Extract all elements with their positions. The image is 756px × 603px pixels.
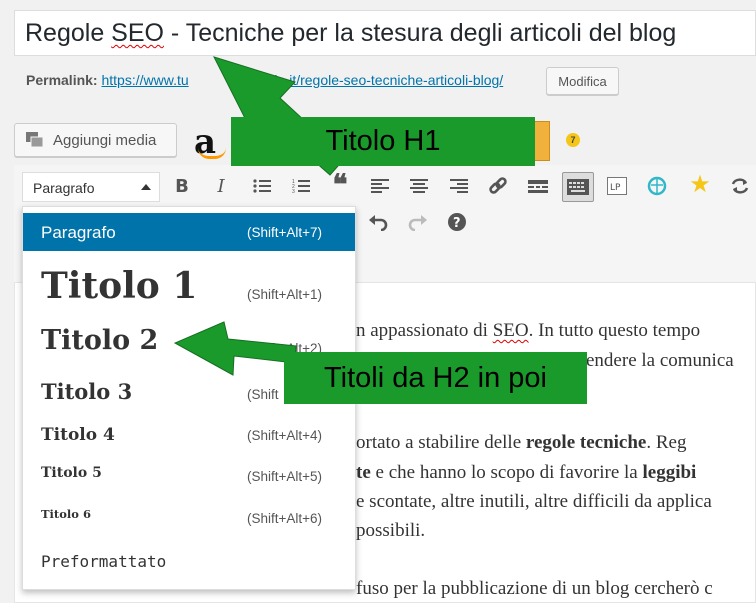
media-icon: [26, 132, 44, 148]
content-line-4: te e che hanno lo scopo di favorire la l…: [356, 462, 697, 483]
content-line-3: ortato a stabilire delle regole tecniche…: [356, 432, 687, 453]
format-option-shortcut: (Shift+Alt+7): [247, 225, 323, 240]
format-option-label: Titolo 6: [41, 507, 91, 521]
format-select[interactable]: Paragrafo: [22, 172, 160, 202]
title-input[interactable]: Regole SEO - Tecniche per la stesura deg…: [14, 10, 756, 56]
svg-text:?: ?: [453, 216, 461, 231]
format-option-titolo-6[interactable]: Titolo 6 (Shift+Alt+6): [23, 501, 355, 541]
format-option-label: Titolo 2: [41, 325, 159, 356]
italic-icon[interactable]: I: [207, 172, 235, 200]
refresh-icon[interactable]: [726, 172, 754, 200]
align-center-icon[interactable]: [405, 172, 433, 200]
permalink-link[interactable]: https://www.tu ale.it/regole-seo-tecniche…: [101, 72, 503, 88]
format-option-titolo-4[interactable]: Titolo 4 (Shift+Alt+4): [23, 419, 355, 455]
content-line-7: fuso per la pubblicazione di un blog cer…: [356, 578, 713, 599]
bold-icon[interactable]: B: [168, 172, 196, 200]
format-option-label: Preformattato: [41, 552, 167, 571]
add-media-label: Aggiungi media: [53, 131, 157, 149]
align-left-icon[interactable]: [366, 172, 394, 200]
align-right-icon[interactable]: [445, 172, 473, 200]
permalink-row: Permalink: https://www.tu ale.it/regole-s…: [26, 72, 503, 88]
format-option-label: Titolo 4: [41, 425, 115, 445]
help-icon[interactable]: ?: [443, 208, 471, 236]
edit-permalink-button[interactable]: Modifica: [546, 67, 619, 95]
format-option-label: Titolo 1: [41, 265, 198, 307]
bullet-list-icon[interactable]: [248, 172, 276, 200]
link-icon[interactable]: [484, 172, 512, 200]
lp-icon[interactable]: LP: [603, 172, 631, 200]
read-more-icon[interactable]: [524, 172, 552, 200]
blockquote-icon[interactable]: ❝: [326, 168, 354, 201]
format-option-shortcut: (Shift: [247, 387, 279, 402]
format-option-shortcut: (Shift+Alt+5): [247, 469, 323, 484]
brain-icon[interactable]: [643, 172, 671, 200]
add-media-button[interactable]: Aggiungi media: [14, 123, 177, 157]
format-option-titolo-1[interactable]: Titolo 1 (Shift+Alt+1): [23, 257, 355, 317]
redo-icon[interactable]: [404, 208, 432, 236]
annotation-label-h2: Titoli da H2 in poi: [284, 352, 587, 404]
content-line-1: n appassionato di SEO. In tutto questo t…: [356, 320, 701, 341]
format-option-label: Paragrafo: [41, 223, 116, 242]
permalink-label: Permalink:: [26, 72, 98, 88]
annotation-label-h1: Titolo H1: [231, 117, 535, 166]
content-line-5: e scontate, altre inutili, altre diffici…: [356, 491, 712, 512]
undo-icon[interactable]: [364, 208, 392, 236]
numbered-list-icon[interactable]: 123: [287, 172, 315, 200]
format-option-titolo-5[interactable]: Titolo 5 (Shift+Alt+5): [23, 459, 355, 493]
format-option-preformattato[interactable]: Preformattato: [23, 545, 355, 581]
format-option-label: Titolo 5: [41, 465, 102, 481]
format-option-shortcut: (Shift+Alt+1): [247, 287, 323, 302]
format-select-value: Paragrafo: [33, 180, 95, 196]
svg-text:LP: LP: [610, 183, 621, 193]
format-option-shortcut: (Shift+Alt+4): [247, 428, 323, 443]
format-option-shortcut: (Shift+Alt+6): [247, 511, 323, 526]
star-icon[interactable]: ★: [686, 170, 714, 198]
content-line-6: possibili.: [356, 520, 426, 541]
title-text: Regole SEO - Tecniche per la stesura deg…: [25, 19, 677, 47]
toolbar-toggle-icon[interactable]: [562, 172, 594, 202]
format-option-paragrafo[interactable]: Paragrafo (Shift+Alt+7): [23, 213, 355, 251]
plugin-circle-icon[interactable]: 7: [566, 133, 580, 147]
format-option-label: Titolo 3: [41, 379, 133, 404]
svg-text:3: 3: [292, 189, 295, 194]
content-line-2: endere la comunica: [586, 350, 734, 371]
caret-up-icon: [141, 184, 151, 190]
